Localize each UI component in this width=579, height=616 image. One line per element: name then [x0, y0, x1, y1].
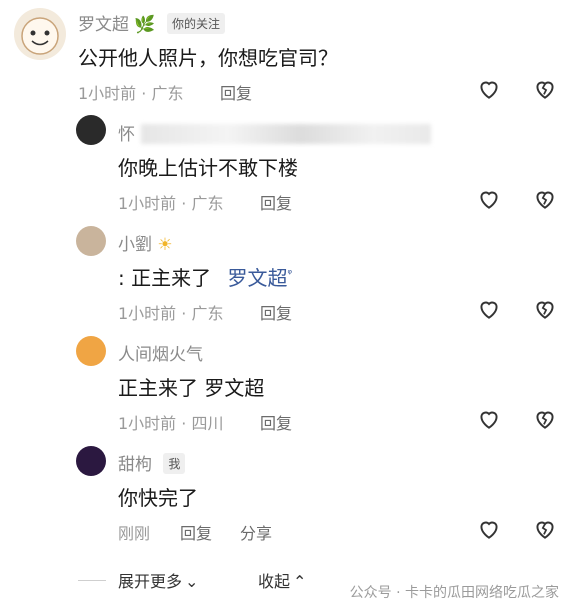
search-icon: ᵠ — [287, 267, 293, 280]
comment-text: 你快完了 — [118, 486, 198, 510]
mention-link[interactable]: 罗文超 — [227, 266, 287, 290]
broken-heart-icon[interactable] — [531, 406, 559, 432]
comment-text: 正主来了 罗文超 — [118, 376, 265, 400]
reply-button[interactable]: 回复 — [260, 410, 292, 434]
broken-heart-icon[interactable] — [531, 76, 559, 102]
avatar[interactable] — [76, 226, 106, 256]
heart-icon[interactable] — [475, 186, 503, 212]
sun-icon: ☀ — [157, 235, 173, 255]
share-button[interactable]: 分享 — [240, 520, 272, 544]
broken-heart-icon[interactable] — [531, 186, 559, 212]
commenter-name[interactable]: 怀 — [118, 120, 431, 145]
comment-meta: 1小时前 · 广东 — [118, 304, 224, 323]
heart-icon[interactable] — [475, 296, 503, 322]
commenter-name[interactable]: 罗文超 🌿 你的关注 — [78, 10, 225, 35]
broken-heart-icon[interactable] — [531, 296, 559, 322]
watermark: 公众号 · 卡卡的瓜田网络吃瓜之家 — [349, 585, 559, 601]
commenter-name[interactable]: 小劉 ☀ — [118, 230, 173, 255]
comment-meta: 1小时前 · 广东 — [118, 194, 224, 213]
heart-icon[interactable] — [475, 406, 503, 432]
divider-line — [78, 580, 106, 581]
avatar[interactable] — [76, 446, 106, 476]
chevron-down-icon: ⌄ — [185, 572, 199, 591]
heart-icon[interactable] — [475, 76, 503, 102]
reply-button[interactable]: 回复 — [220, 80, 252, 104]
commenter-name[interactable]: 甜枸 我 — [118, 450, 186, 475]
follow-badge: 你的关注 — [166, 13, 225, 34]
leaf-icon: 🌿 — [134, 15, 156, 35]
collapse-button[interactable]: 收起 ⌃ — [258, 568, 306, 592]
comment-meta: 1小时前 · 广东 — [78, 84, 184, 103]
reply-button[interactable]: 回复 — [180, 520, 212, 544]
chevron-up-icon: ⌃ — [293, 572, 307, 591]
reply-button[interactable]: 回复 — [260, 300, 292, 324]
heart-icon[interactable] — [475, 516, 503, 542]
redacted-name-blur — [141, 124, 431, 144]
reply-button[interactable]: 回复 — [260, 190, 292, 214]
avatar[interactable] — [76, 115, 106, 145]
avatar[interactable] — [14, 8, 66, 60]
comment-meta: 刚刚 — [118, 524, 151, 543]
comment-text: 公开他人照片，你想吃官司？ — [78, 46, 338, 70]
avatar[interactable] — [76, 336, 106, 366]
self-badge: 我 — [163, 453, 186, 474]
comment-text: 你晚上估计不敢下楼 — [118, 156, 298, 180]
broken-heart-icon[interactable] — [531, 516, 559, 542]
comment-text: : 正主来了 罗文超ᵠ — [118, 266, 293, 290]
comment-meta: 1小时前 · 四川 — [118, 414, 224, 433]
commenter-name[interactable]: 人间烟火气 — [118, 340, 203, 365]
expand-more-button[interactable]: 展开更多 ⌄ — [118, 568, 198, 592]
